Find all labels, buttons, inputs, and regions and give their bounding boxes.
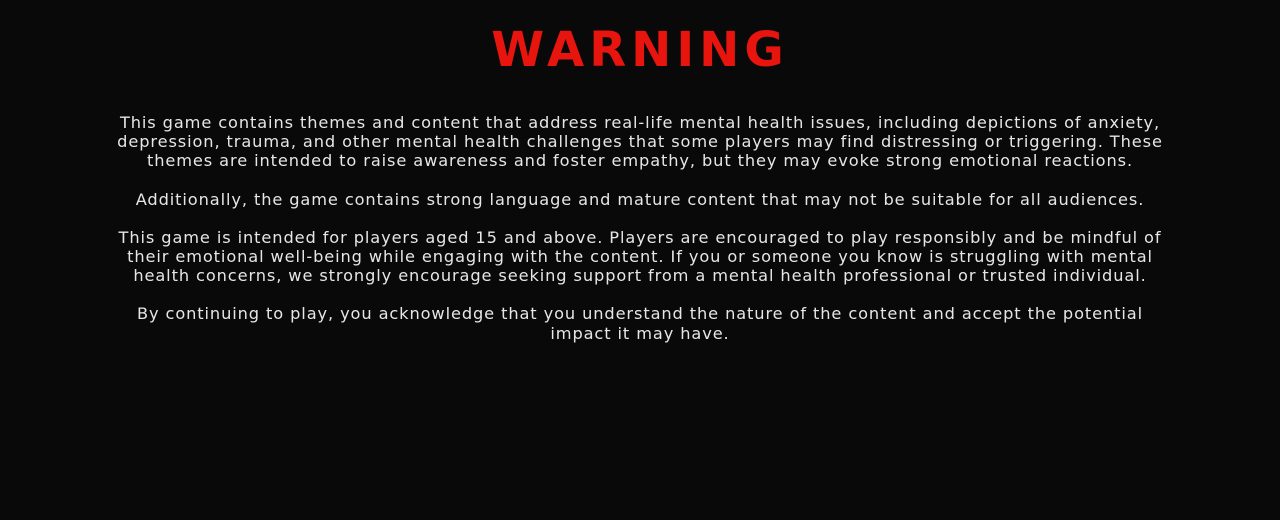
warning-paragraph-themes: This game contains themes and content th… bbox=[117, 113, 1163, 171]
warning-title: WARNING bbox=[491, 22, 789, 78]
content-warning-screen: WARNING This game contains themes and co… bbox=[0, 0, 1280, 520]
warning-body: This game contains themes and content th… bbox=[110, 113, 1170, 362]
warning-paragraph-acknowledge: By continuing to play, you acknowledge t… bbox=[136, 304, 1144, 343]
warning-paragraph-age: This game is intended for players aged 1… bbox=[118, 227, 1162, 286]
warning-paragraph-language: Additionally, the game contains strong l… bbox=[135, 189, 1145, 209]
